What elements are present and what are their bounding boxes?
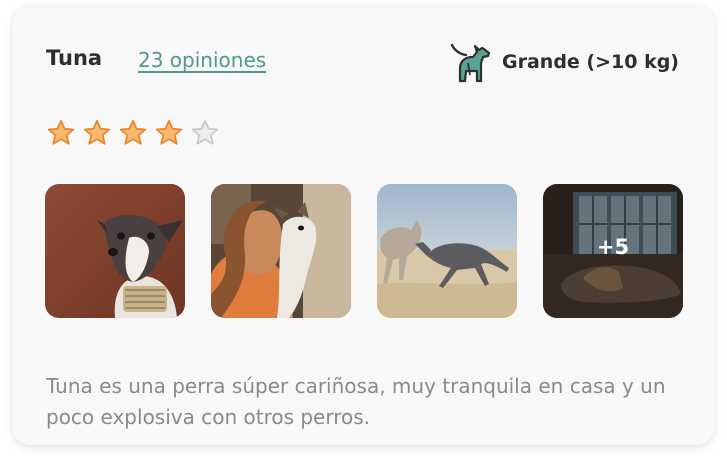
star-filled-icon	[155, 119, 183, 145]
large-dog-icon	[450, 43, 491, 83]
photo-gallery: +5	[45, 184, 683, 318]
star-filled-icon	[119, 119, 147, 145]
star-filled-icon	[47, 119, 75, 145]
review-card: Tuna 23 opiniones Grande (>10 kg) +5 Tun…	[12, 5, 715, 445]
more-photos-count: +5	[596, 235, 630, 259]
dog-name: Tuna	[46, 46, 103, 70]
dog-size: Grande (>10 kg)	[448, 41, 679, 83]
photo-greyhound-portrait[interactable]	[45, 184, 185, 318]
star-filled-icon	[83, 119, 111, 145]
photo-greyhound-lying[interactable]: +5	[543, 184, 683, 318]
photo-greyhounds-running[interactable]	[377, 184, 517, 318]
reviews-link[interactable]: 23 opiniones	[138, 47, 266, 73]
size-label: Grande (>10 kg)	[502, 51, 679, 73]
photo-greyhound-hug[interactable]	[211, 184, 351, 318]
review-description: Tuna es una perra súper cariñosa, muy tr…	[46, 374, 666, 429]
star-rating	[46, 118, 220, 148]
star-empty-icon	[191, 119, 219, 145]
